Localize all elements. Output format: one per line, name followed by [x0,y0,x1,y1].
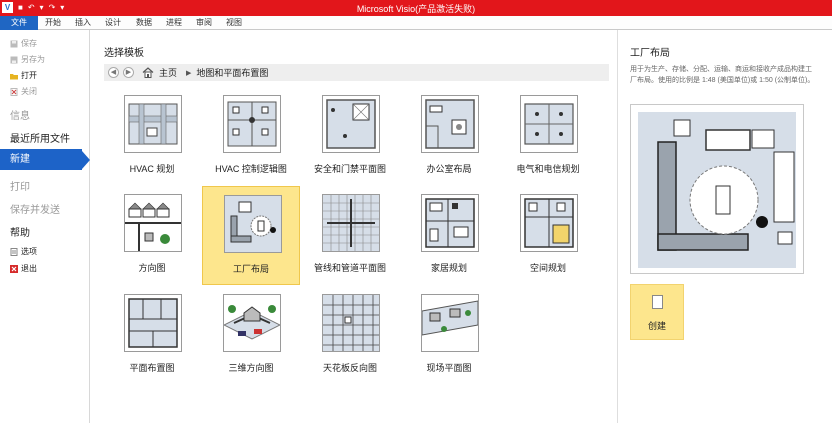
nav-close[interactable]: 关闭 [10,86,37,97]
nav-recent[interactable]: 最近所用文件 [10,130,70,145]
template-label: 天花板反向图 [322,363,377,373]
forward-button[interactable]: ▶ [123,67,134,78]
tab-design[interactable]: 设计 [100,17,126,30]
template-security-access[interactable]: 安全和门禁平面图 [301,87,399,186]
template-3d-directional-map[interactable]: 三维方向图 [202,286,300,385]
thumbnail-office-layout [421,95,479,153]
nav-save-as[interactable]: 另存为 [10,54,45,65]
preview-title: 工厂布局 [630,48,670,59]
breadcrumb-separator-icon: ▶ [186,69,192,77]
nav-help[interactable]: 帮助 [10,224,30,239]
title-bar: V ■ ↶ ▾ ↷ ▾ Microsoft Visio(产品激活失败) [0,0,832,16]
template-directional-map[interactable]: 方向图 [103,186,201,285]
breadcrumb-home[interactable]: 主页 [159,66,177,79]
tab-home[interactable]: 开始 [40,17,66,30]
template-space-plan[interactable]: 空间规划 [499,186,597,285]
preview-image [630,104,804,274]
thumbnail-3d-directional-map [223,294,281,352]
template-preview-pane: 工厂布局 用于为生产、存储、分配、运输、商运和接收产成品构建工厂布局。使用的比例… [617,30,832,423]
home-icon[interactable] [142,67,154,78]
backstage-nav: 保存 另存为 打开 关闭 信息 最近所用文件 新建 打印 保存并发送 帮助 选项… [0,30,90,423]
nav-info[interactable]: 信息 [10,107,30,122]
thumbnail-site-plan [421,294,479,352]
template-office-layout[interactable]: 办公室布局 [400,87,498,186]
template-hvac-control-logic[interactable]: HVAC 控制逻辑图 [202,87,300,186]
template-home-plan[interactable]: 家居规划 [400,186,498,285]
tab-review[interactable]: 审阅 [191,17,217,30]
nav-exit[interactable]: 退出 [10,263,37,274]
thumbnail-electrical-telecom [520,95,578,153]
window-title: Microsoft Visio(产品激活失败) [356,4,476,14]
plant-layout-preview-drawing [638,112,796,268]
thumbnail-hvac-plan [124,95,182,153]
preview-description: 用于为生产、存储、分配、运输、商运和接收产成品构建工厂布局。使用的比例是 1:4… [630,66,815,84]
save-as-icon [10,56,18,63]
template-label: 电气和电信规划 [516,164,580,174]
template-label: 平面布置图 [129,363,175,373]
tab-insert[interactable]: 插入 [70,17,96,30]
thumbnail-pipes-ducts [322,194,380,252]
template-gallery: 选择模板 ◀ ▶ 主页 ▶ 地图和平面布置图 HVAC 规划 HVAC 控制逻辑… [91,30,616,423]
template-label: 安全和门禁平面图 [313,164,386,174]
exit-icon [10,264,18,273]
thumbnail-space-plan [520,194,578,252]
thumbnail-security-access [322,95,380,153]
tab-file[interactable]: 文件 [0,16,38,30]
breadcrumb: ◀ ▶ 主页 ▶ 地图和平面布置图 [104,64,609,81]
save-icon [10,40,18,47]
template-label: 三维方向图 [228,363,274,373]
thumbnail-reflected-ceiling [322,294,380,352]
tab-process[interactable]: 进程 [161,17,187,30]
thumbnail-directional-map [124,194,182,252]
nav-options[interactable]: 选项 [10,246,37,257]
template-reflected-ceiling[interactable]: 天花板反向图 [301,286,399,385]
create-button[interactable]: 创建 [630,284,684,340]
template-label: 办公室布局 [426,164,472,174]
back-button[interactable]: ◀ [108,67,119,78]
tab-view[interactable]: 视图 [221,17,247,30]
template-label: 管线和管道平面图 [313,263,386,273]
template-label: 空间规划 [529,263,566,273]
breadcrumb-current: 地图和平面布置图 [196,68,269,78]
create-label: 创建 [647,321,666,331]
section-title: 选择模板 [104,48,144,59]
nav-new[interactable]: 新建 [0,149,90,170]
options-icon [10,247,18,256]
template-plant-layout[interactable]: 工厂布局 [202,186,300,285]
template-label: 现场平面图 [426,363,472,373]
thumbnail-plant-layout [224,195,282,253]
template-label: 家居规划 [430,263,467,273]
template-hvac-plan[interactable]: HVAC 规划 [103,87,201,186]
template-floor-plan[interactable]: 平面布置图 [103,286,201,385]
template-electrical-telecom[interactable]: 电气和电信规划 [499,87,597,186]
close-file-icon [10,87,18,96]
thumbnail-floor-plan [124,294,182,352]
nav-print[interactable]: 打印 [10,178,30,193]
nav-open[interactable]: 打开 [10,70,37,81]
template-label: HVAC 规划 [129,164,175,174]
template-label: 方向图 [138,263,166,273]
tab-data[interactable]: 数据 [131,17,157,30]
thumbnail-home-plan [421,194,479,252]
new-document-icon [652,295,663,309]
nav-save-send[interactable]: 保存并发送 [10,201,60,216]
nav-save[interactable]: 保存 [10,38,37,49]
thumbnail-hvac-control-logic [223,95,281,153]
template-label: 工厂布局 [232,264,269,274]
template-pipes-ducts[interactable]: 管线和管道平面图 [301,186,399,285]
template-site-plan[interactable]: 现场平面图 [400,286,498,385]
ribbon-tabs: 文件 开始 插入 设计 数据 进程 审阅 视图 [0,16,832,30]
template-label: HVAC 控制逻辑图 [215,164,287,174]
folder-icon [10,73,18,79]
